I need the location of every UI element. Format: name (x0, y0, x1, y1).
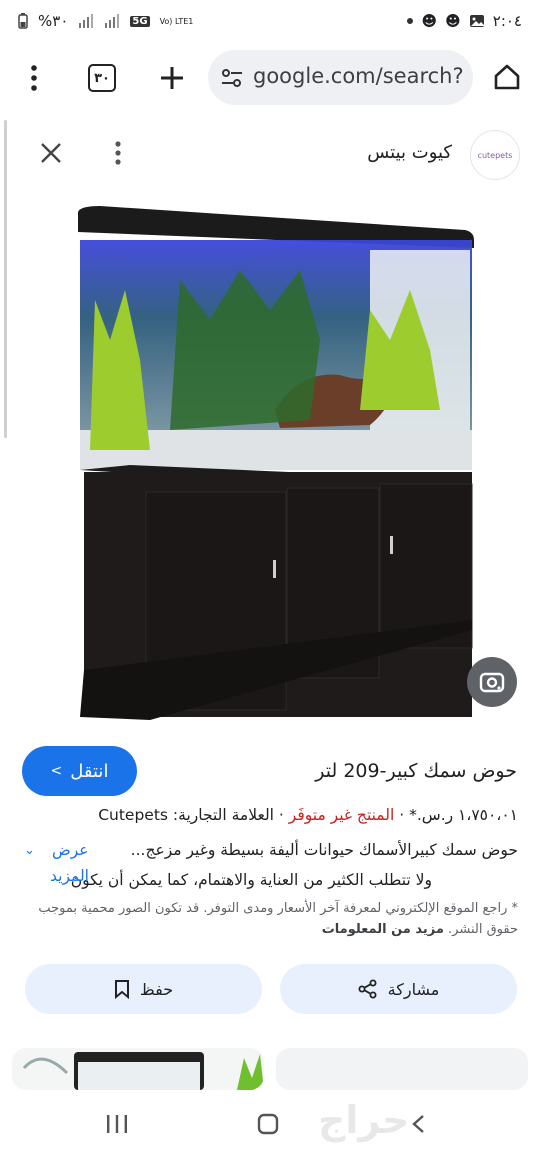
show-more-link[interactable]: عرض (52, 841, 89, 859)
recent-apps-icon[interactable] (106, 1114, 128, 1134)
volte-indicator: Vo) LTE1 (159, 16, 194, 26)
back-icon[interactable] (410, 1114, 426, 1134)
tabs-button[interactable]: ٣٠ (86, 62, 118, 94)
scrollbar[interactable] (4, 120, 7, 438)
save-button[interactable]: حفظ (25, 964, 262, 1014)
menu-icon[interactable] (20, 60, 48, 96)
related-aquarium-image (12, 1048, 264, 1090)
save-label: حفظ (139, 979, 174, 999)
new-tab-icon[interactable] (156, 62, 188, 94)
status-left: %٣٠ 5G Vo) LTE1 (18, 12, 194, 30)
aquarium-image[interactable] (70, 200, 480, 730)
image-icon (469, 15, 484, 27)
address-bar[interactable]: google.com/search? (208, 50, 473, 105)
visit-label: انتقل (70, 760, 109, 782)
share-icon (358, 979, 377, 999)
tab-count: ٣٠ (88, 64, 116, 92)
network-type: 5G (130, 15, 150, 27)
site-name[interactable]: كيوت بيتس (367, 142, 452, 163)
description-line-2: ولا تتطلب الكثير من العناية والاهتمام، ك… (70, 871, 432, 889)
watermark-logo: حراج (318, 1098, 410, 1142)
more-info-link[interactable]: مزيد من المعلومات (322, 922, 444, 937)
notification-dot-icon (407, 18, 414, 24)
disclaimer-text: * راجع الموقع الإلكتروني لمعرفة آخر الأس… (38, 901, 518, 937)
share-label: مشاركة (387, 979, 440, 999)
site-settings-icon[interactable] (220, 66, 244, 90)
more-options-icon[interactable] (106, 138, 130, 168)
google-lens-button[interactable] (467, 657, 517, 707)
disclaimer: * راجع الموقع الإلكتروني لمعرفة آخر الأس… (28, 898, 518, 940)
battery-icon (18, 13, 28, 29)
home-icon[interactable] (490, 60, 524, 94)
signal-icon-2 (105, 14, 120, 28)
share-button[interactable]: مشاركة (280, 964, 517, 1014)
price: ١،٧٥٠،٠١ ر.س.* (409, 806, 518, 824)
related-result-card[interactable] (12, 1048, 264, 1090)
snapchat-icon: ☻ (421, 12, 438, 30)
chevron-left-icon: < (50, 763, 63, 779)
lens-icon (479, 672, 505, 693)
description-line-1: حوض سمك كبيرالأسماك حيوانات أليفة بسيطة … (130, 841, 518, 859)
clock: ٢:٠٤ (492, 12, 522, 30)
product-meta: ١،٧٥٠،٠١ ر.س.* · المنتج غير متوفَر · الع… (98, 806, 518, 824)
bookmark-icon (114, 980, 129, 999)
signal-icon (79, 14, 94, 28)
visit-button[interactable]: < انتقل (22, 746, 137, 796)
chevron-down-icon[interactable]: ⌄ (24, 843, 35, 858)
related-result-card-2[interactable] (276, 1048, 528, 1090)
battery-percent: %٣٠ (38, 12, 69, 30)
close-icon[interactable] (36, 138, 66, 168)
url-text: google.com/search? (253, 64, 464, 88)
status-bar: %٣٠ 5G Vo) LTE1 ☻ ☻ ٢:٠٤ (0, 0, 540, 44)
logo-text: cutepets (477, 150, 513, 160)
brand: العلامة التجارية: Cutepets (98, 806, 274, 824)
home-nav-icon[interactable] (257, 1113, 279, 1135)
status-right: ☻ ☻ ٢:٠٤ (407, 12, 522, 30)
snapchat-icon-2: ☻ (445, 12, 461, 30)
system-nav-bar: حراج (0, 1090, 540, 1158)
availability: المنتج غير متوفَر (288, 806, 395, 824)
site-logo[interactable]: cutepets (470, 130, 520, 180)
product-title: حوض سمك كبير-209 لتر (315, 760, 517, 782)
show-more-link-2[interactable]: المزيد (50, 867, 89, 885)
